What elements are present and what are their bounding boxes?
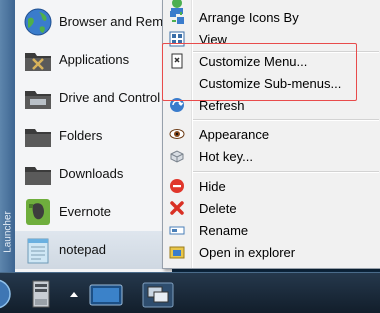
start-orb-icon[interactable] bbox=[0, 277, 12, 309]
launcher-item-drive[interactable]: Drive and Control bbox=[15, 79, 172, 117]
menu-item-appearance[interactable]: Appearance bbox=[163, 123, 380, 145]
launcher-panel: Launcher Browser and Rem Applications Dr… bbox=[0, 0, 172, 272]
context-menu: Arrange Icons By View Customize Menu... … bbox=[162, 0, 380, 269]
launcher-item-label: Drive and Control bbox=[59, 90, 161, 105]
menu-item-arrange-icons[interactable]: Arrange Icons By bbox=[163, 6, 380, 28]
globe-icon bbox=[24, 8, 52, 36]
menu-item-label: Open in explorer bbox=[199, 245, 296, 260]
menu-item-open-explorer[interactable]: Open in explorer bbox=[163, 241, 380, 263]
launcher-title: Launcher bbox=[2, 211, 13, 253]
menu-item-label: Hide bbox=[199, 179, 226, 194]
launcher-item-label: Downloads bbox=[59, 166, 124, 181]
arrange-icon bbox=[170, 11, 184, 24]
chevron-up-icon[interactable] bbox=[69, 277, 79, 309]
launcher-sidebar-strip[interactable]: Launcher bbox=[0, 0, 16, 272]
menu-separator bbox=[193, 119, 379, 121]
launcher-item-label: Applications bbox=[59, 52, 130, 67]
launcher-item-label: Evernote bbox=[59, 204, 112, 219]
menu-item-label: Hot key... bbox=[199, 149, 253, 164]
launcher-list: Browser and Rem Applications Drive and C… bbox=[15, 0, 172, 272]
launcher-item-applications[interactable]: Applications bbox=[15, 41, 172, 79]
taskbar bbox=[0, 272, 380, 313]
notepad-icon bbox=[27, 238, 49, 264]
launcher-item-browser[interactable]: Browser and Rem bbox=[15, 3, 172, 41]
eye-icon bbox=[169, 129, 185, 139]
downloads-folder-icon bbox=[25, 167, 51, 185]
menu-separator bbox=[193, 171, 379, 173]
highlight-box bbox=[162, 43, 357, 101]
folder-icon bbox=[25, 129, 51, 147]
launcher-item-label: notepad bbox=[59, 242, 106, 257]
drive-folder-icon bbox=[25, 91, 51, 109]
launcher-item-label: Browser and Rem bbox=[59, 14, 164, 29]
applications-folder-icon bbox=[25, 53, 51, 71]
explorer-icon bbox=[169, 246, 185, 259]
server-icon[interactable] bbox=[30, 277, 52, 309]
menu-item-label: Arrange Icons By bbox=[199, 10, 299, 25]
hide-icon bbox=[170, 179, 184, 193]
menu-item-label: Delete bbox=[199, 201, 237, 216]
menu-item-rename[interactable]: Rename bbox=[163, 219, 380, 241]
menu-item-label: Appearance bbox=[199, 127, 270, 142]
menu-item-delete[interactable]: Delete bbox=[163, 197, 380, 219]
menu-item-label: Rename bbox=[199, 223, 249, 238]
launcher-item-downloads[interactable]: Downloads bbox=[15, 155, 172, 193]
launcher-item-notepad[interactable]: notepad bbox=[15, 231, 172, 269]
menu-item-hide[interactable]: Hide bbox=[163, 175, 380, 197]
rename-icon bbox=[169, 226, 185, 235]
windows-icon[interactable] bbox=[140, 277, 176, 309]
menu-item-hotkey[interactable]: Hot key... bbox=[163, 145, 380, 167]
evernote-icon bbox=[26, 199, 50, 225]
launcher-item-label: Folders bbox=[59, 128, 103, 143]
delete-icon bbox=[170, 201, 184, 215]
hotkey-icon bbox=[170, 150, 184, 163]
monitor-icon[interactable] bbox=[88, 277, 124, 309]
launcher-item-evernote[interactable]: Evernote bbox=[15, 193, 172, 231]
launcher-item-folders[interactable]: Folders bbox=[15, 117, 172, 155]
